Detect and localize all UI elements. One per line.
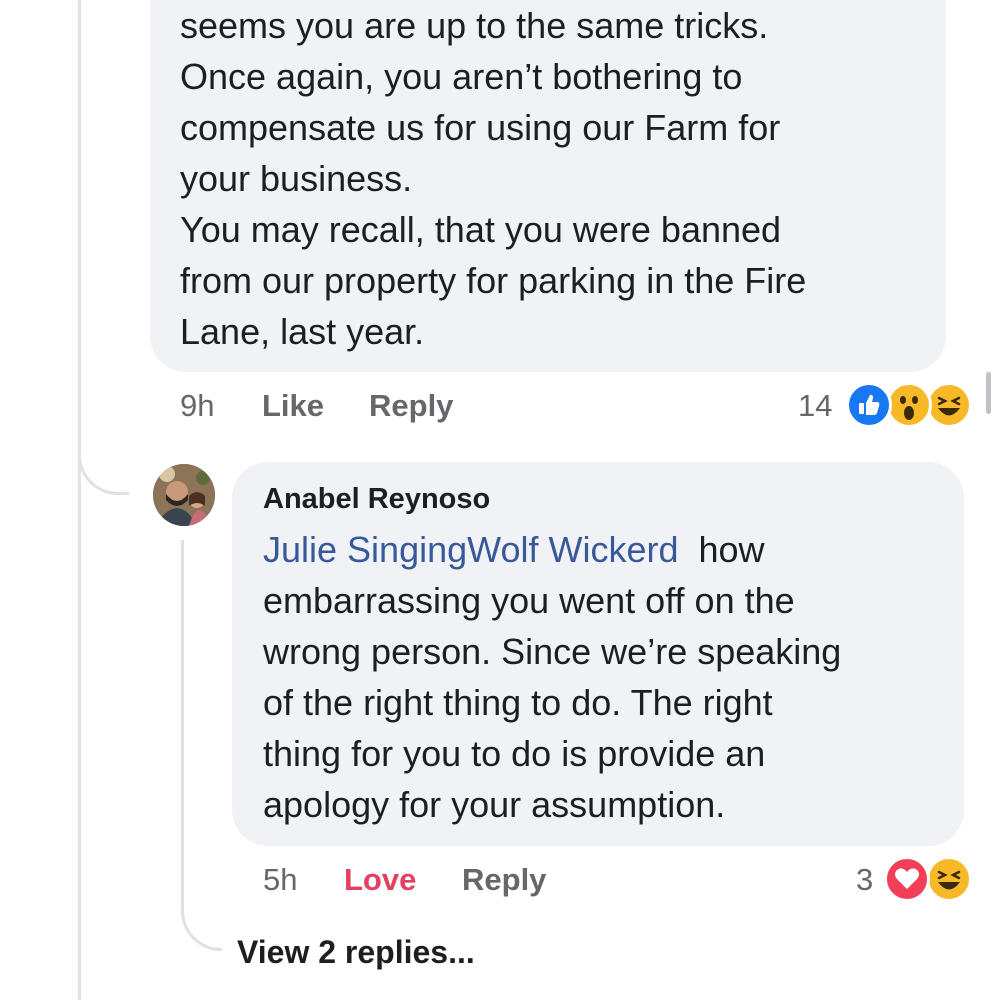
reply-connector — [78, 440, 129, 495]
reply-button[interactable]: Reply — [369, 388, 453, 424]
love-reaction-icon[interactable] — [884, 856, 930, 902]
comment-timestamp[interactable]: 9h — [180, 388, 214, 424]
comment-text: seems you are up to the same tricks. Onc… — [180, 0, 806, 357]
scrollbar[interactable] — [986, 372, 991, 414]
comment-text: Julie SingingWolf Wickerd how embarrassi… — [263, 524, 841, 830]
comment-line: your business. — [180, 158, 413, 199]
comment-line: apology for your assumption. — [263, 784, 726, 825]
comment-line: compensate us for using our Farm for — [180, 107, 781, 148]
view-replies-connector — [181, 880, 222, 951]
comment-line: Once again, you aren’t bothering to — [180, 56, 743, 97]
comment-line: from our property for parking in the Fir… — [180, 260, 807, 301]
comment-line: of the right thing to do. The right — [263, 682, 773, 723]
reaction-count[interactable]: 3 — [856, 862, 873, 898]
like-button[interactable]: Like — [262, 388, 324, 424]
mention-link[interactable]: Julie SingingWolf Wickerd — [263, 529, 679, 570]
haha-reaction-icon[interactable] — [926, 382, 972, 428]
reaction-count[interactable]: 14 — [798, 388, 832, 424]
like-reaction-icon[interactable] — [846, 382, 892, 428]
comment-line: Julie SingingWolf Wickerd how — [263, 524, 841, 575]
haha-reaction-icon[interactable] — [926, 856, 972, 902]
wow-reaction-icon[interactable] — [886, 382, 932, 428]
avatar[interactable] — [153, 464, 215, 526]
reply-thread-line — [181, 540, 184, 900]
comment-author[interactable]: Anabel Reynoso — [263, 483, 490, 516]
reply-button[interactable]: Reply — [462, 862, 546, 898]
view-replies-link[interactable]: View 2 replies... — [237, 934, 475, 971]
comment-line: wrong person. Since we’re speaking — [263, 631, 842, 672]
love-button[interactable]: Love — [344, 862, 416, 898]
comment-line: Lane, last year. — [180, 311, 425, 352]
comment-line: embarrassing you went off on the — [263, 580, 795, 621]
comment-timestamp[interactable]: 5h — [263, 862, 297, 898]
comment-line: thing for you to do is provide an — [263, 733, 766, 774]
thread-line — [78, 0, 81, 1000]
comment-line-text: how — [698, 529, 765, 570]
comment-line: seems you are up to the same tricks. — [180, 5, 769, 46]
comment-line: You may recall, that you were banned — [180, 209, 782, 250]
